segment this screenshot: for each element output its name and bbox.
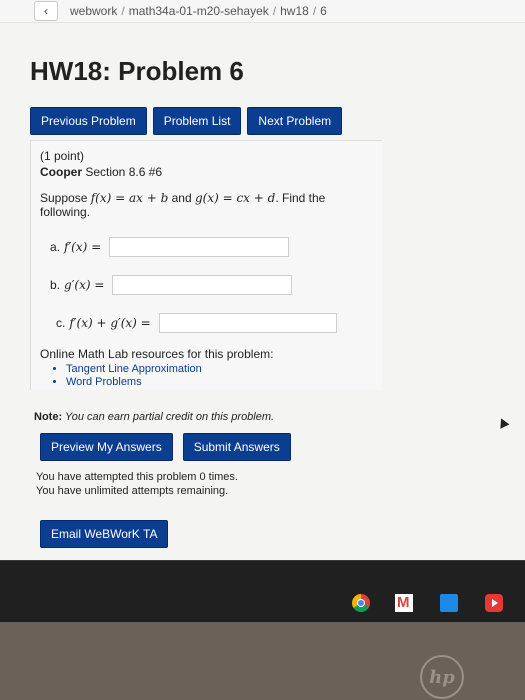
part-b-prefix: b. bbox=[50, 278, 61, 292]
part-c-expression: f′(x) + g′(x) = bbox=[69, 316, 151, 330]
resources-list: Tangent Line Approximation Word Problems bbox=[40, 363, 372, 388]
note-label: Note: bbox=[34, 411, 63, 423]
answer-actions: Preview My Answers Submit Answers bbox=[40, 433, 291, 461]
part-a: a. f′(x) = bbox=[50, 237, 372, 257]
breadcrumb-item-set[interactable]: hw18 bbox=[280, 4, 309, 18]
previous-problem-button[interactable]: Previous Problem bbox=[30, 107, 147, 135]
problem-points: (1 point) bbox=[40, 149, 85, 163]
next-problem-button[interactable]: Next Problem bbox=[247, 107, 343, 135]
breadcrumb-bar: ‹ webwork / math34a-01-m20-sehayek / hw18/6 bbox=[0, 0, 525, 23]
section-author: Cooper bbox=[40, 165, 82, 179]
part-a-expression: f′(x) = bbox=[64, 240, 102, 254]
part-c-prefix: c. bbox=[56, 316, 66, 330]
note-text: You can earn partial credit on this prob… bbox=[62, 411, 275, 423]
g-definition: g(x) = cx + d bbox=[194, 191, 276, 205]
breadcrumb-item-webwork[interactable]: webwork bbox=[70, 4, 117, 18]
breadcrumb-item-course[interactable]: math34a-01-m20-sehayek bbox=[129, 4, 269, 18]
section-text: Section 8.6 #6 bbox=[82, 165, 163, 179]
browser-screen: ‹ webwork / math34a-01-m20-sehayek / hw18/6 … bbox=[0, 0, 525, 560]
part-c: c. f′(x) + g′(x) = bbox=[56, 313, 372, 333]
hp-logo: hp bbox=[420, 655, 464, 699]
breadcrumb: webwork / math34a-01-m20-sehayek / hw18/6 bbox=[70, 4, 327, 18]
docs-icon[interactable] bbox=[440, 594, 458, 612]
breadcrumb-item-problem: 6 bbox=[320, 4, 327, 18]
resource-link-word-problems[interactable]: Word Problems bbox=[66, 376, 372, 388]
answer-input-a[interactable] bbox=[109, 237, 290, 257]
attempts-remaining: You have unlimited attempts remaining. bbox=[36, 485, 229, 497]
problem-navigation: Previous Problem Problem List Next Probl… bbox=[30, 107, 343, 135]
page-title: HW18: Problem 6 bbox=[30, 56, 244, 86]
taskbar bbox=[0, 560, 525, 623]
statement-mid: and bbox=[168, 191, 195, 205]
youtube-icon[interactable] bbox=[485, 594, 503, 612]
answer-input-c[interactable] bbox=[158, 313, 337, 333]
email-ta-button[interactable]: Email WeBWorK TA bbox=[40, 520, 169, 548]
problem-list-button[interactable]: Problem List bbox=[152, 107, 242, 135]
resource-link-tangent-line[interactable]: Tangent Line Approximation bbox=[66, 363, 372, 375]
part-b-expression: g′(x) = bbox=[64, 278, 105, 292]
mouse-cursor-icon bbox=[496, 416, 510, 429]
part-b: b. g′(x) = bbox=[50, 275, 372, 295]
statement-prefix: Suppose bbox=[40, 191, 91, 205]
resources-title: Online Math Lab resources for this probl… bbox=[40, 347, 274, 361]
preview-answers-button[interactable]: Preview My Answers bbox=[40, 433, 173, 461]
problem-box: (1 point) Cooper Section 8.6 #6 Suppose … bbox=[30, 140, 382, 390]
problem-section: Cooper Section 8.6 #6 bbox=[40, 165, 372, 179]
problem-statement: Suppose f(x) = ax + b and g(x) = cx + d.… bbox=[40, 191, 372, 219]
back-button[interactable]: ‹ bbox=[34, 1, 58, 21]
attempts-count: You have attempted this problem 0 times. bbox=[36, 471, 238, 483]
answer-input-b[interactable] bbox=[112, 275, 293, 295]
chrome-icon[interactable] bbox=[352, 594, 370, 612]
attempts-info: You have attempted this problem 0 times.… bbox=[36, 470, 238, 498]
gmail-icon[interactable] bbox=[395, 594, 413, 612]
part-a-prefix: a. bbox=[50, 240, 61, 254]
partial-credit-note: Note: You can earn partial credit on thi… bbox=[34, 411, 274, 423]
submit-answers-button[interactable]: Submit Answers bbox=[182, 433, 291, 461]
f-definition: f(x) = ax + b bbox=[90, 191, 169, 205]
